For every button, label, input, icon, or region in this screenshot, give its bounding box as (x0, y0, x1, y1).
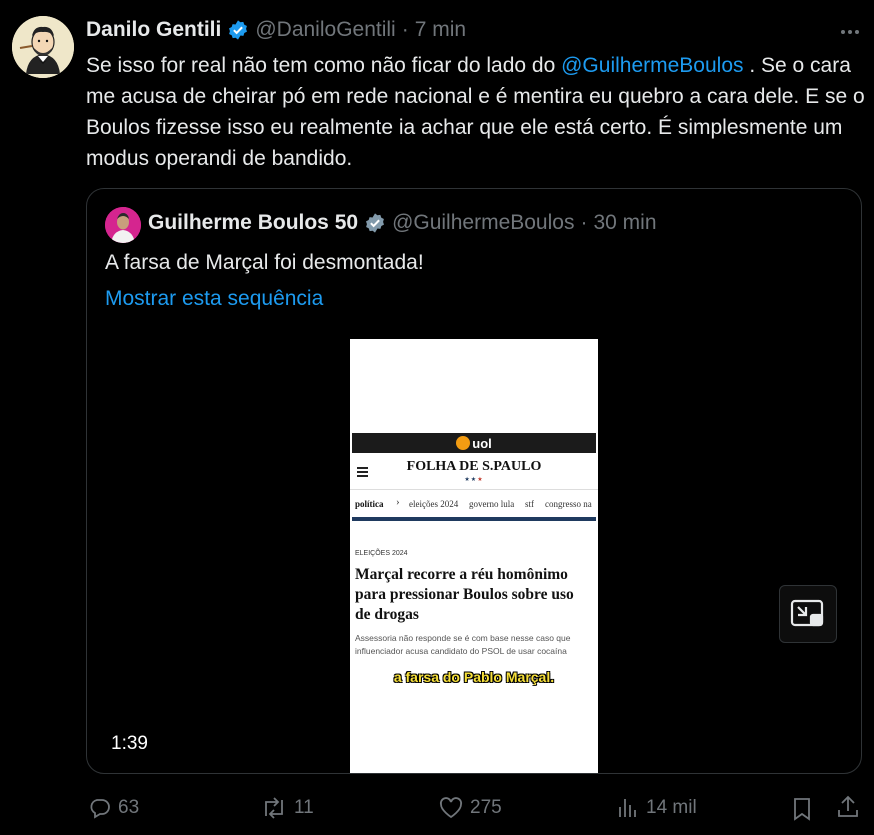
section-nav: política › eleições 2024 governo lula st… (350, 489, 598, 518)
article-subheadline: Assessoria não responde se é com base ne… (355, 633, 571, 656)
like-count: 275 (470, 797, 502, 818)
quoted-tweet[interactable]: Guilherme Boulos 50 @GuilhermeBoulos · 3… (86, 188, 862, 774)
reply-icon (90, 799, 110, 819)
like-icon (439, 797, 463, 819)
folha-masthead: FOLHA DE S.PAULO (406, 459, 542, 474)
more-icon[interactable] (838, 20, 862, 44)
mention-link[interactable]: @GuilhermeBoulos (561, 54, 743, 77)
nav-item: stf (525, 499, 534, 509)
nav-item: congresso na (545, 499, 592, 509)
timestamp[interactable]: 7 min (415, 18, 466, 42)
uol-bar: uol (352, 433, 596, 453)
uol-logo-text: uol (472, 435, 492, 451)
share-button[interactable] (836, 794, 860, 820)
reply-button[interactable]: 63 (88, 796, 139, 820)
verified-badge-icon[interactable] (364, 212, 386, 234)
video-player[interactable]: uol FOLHA DE S.PAULO ★★★ política › elei… (350, 339, 598, 773)
quoted-author-handle[interactable]: @GuilhermeBoulos (392, 211, 574, 235)
nav-item: eleições 2024 (409, 499, 459, 509)
share-icon (838, 795, 858, 817)
video-duration: 1:39 (111, 733, 148, 754)
nav-divider (352, 517, 596, 521)
author-handle[interactable]: @DaniloGentili (255, 18, 395, 42)
separator: · (580, 211, 588, 234)
folha-header: FOLHA DE S.PAULO ★★★ (350, 457, 598, 489)
uol-logo-icon (456, 436, 471, 450)
masthead-stars-icon: ★★★ (464, 477, 484, 483)
tweet-text: Se isso for real não tem como não ficar … (86, 50, 866, 174)
retweet-button[interactable]: 11 (260, 796, 314, 820)
nav-item: política (355, 499, 384, 509)
quoted-tweet-text: A farsa de Marçal foi desmontada! (105, 251, 424, 274)
picture-in-picture-icon[interactable] (779, 585, 837, 643)
article-kicker: ELEIÇÕES 2024 (355, 550, 408, 557)
like-button[interactable]: 275 (438, 796, 502, 820)
video-caption: a farsa do Pablo Marçal. (393, 669, 555, 685)
views-count: 14 mil (646, 797, 697, 818)
quoted-timestamp[interactable]: 30 min (593, 211, 656, 235)
chevron-right-icon: › (396, 496, 400, 508)
views-icon (619, 799, 636, 817)
action-bar: 63 11 275 14 mil (0, 794, 874, 824)
retweet-count: 11 (294, 797, 314, 818)
quoted-tweet-header: Guilherme Boulos 50 @GuilhermeBoulos · 3… (148, 211, 657, 235)
tweet-text-before: Se isso for real não tem como não ficar … (86, 54, 562, 77)
bookmark-icon (794, 798, 810, 821)
author-avatar[interactable] (12, 16, 74, 78)
bookmark-button[interactable] (790, 796, 814, 822)
tweet-header: Danilo Gentili @DaniloGentili · 7 min (86, 18, 466, 42)
reply-count: 63 (118, 797, 140, 818)
author-name[interactable]: Danilo Gentili (86, 18, 221, 42)
show-thread-link[interactable]: Mostrar esta sequência (105, 287, 323, 311)
verified-badge-icon[interactable] (227, 19, 249, 41)
views-button[interactable]: 14 mil (616, 796, 697, 820)
nav-item: governo lula (469, 499, 515, 509)
separator: · (401, 18, 409, 41)
article-headline: Marçal recorre a réu homônimo para press… (355, 566, 574, 623)
quoted-author-avatar[interactable] (105, 207, 141, 243)
retweet-icon (265, 797, 283, 819)
uol-logo: uol (456, 436, 492, 451)
quoted-author-name[interactable]: Guilherme Boulos 50 (148, 211, 358, 235)
